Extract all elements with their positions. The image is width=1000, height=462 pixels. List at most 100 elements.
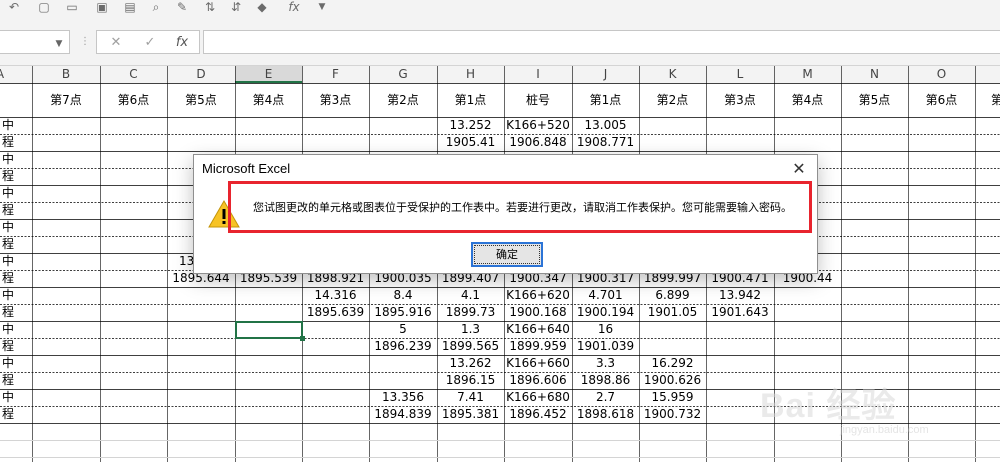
column-header-k[interactable]: K bbox=[639, 66, 706, 83]
column-header-l[interactable]: L bbox=[706, 66, 774, 83]
header-cell[interactable]: 第4点 bbox=[235, 83, 302, 117]
table-cell[interactable] bbox=[32, 338, 100, 355]
table-cell[interactable]: 13.942 bbox=[706, 287, 774, 304]
table-cell[interactable] bbox=[32, 236, 100, 253]
table-cell[interactable] bbox=[302, 372, 369, 389]
header-cell[interactable]: 第6点 bbox=[100, 83, 167, 117]
table-cell[interactable] bbox=[841, 168, 908, 185]
table-cell[interactable]: K166+620 bbox=[504, 287, 572, 304]
new-icon[interactable]: ▢ bbox=[34, 0, 54, 14]
table-cell[interactable] bbox=[100, 236, 167, 253]
table-cell[interactable] bbox=[167, 134, 235, 151]
table-cell[interactable] bbox=[841, 151, 908, 168]
table-cell[interactable] bbox=[908, 304, 975, 321]
table-cell[interactable]: 程 bbox=[0, 406, 32, 423]
table-cell[interactable] bbox=[100, 287, 167, 304]
table-cell[interactable]: 13.356 bbox=[369, 389, 437, 406]
table-cell[interactable] bbox=[32, 372, 100, 389]
undo-icon[interactable]: ↶ bbox=[4, 0, 24, 14]
table-cell[interactable] bbox=[100, 389, 167, 406]
table-cell[interactable] bbox=[167, 338, 235, 355]
table-cell[interactable] bbox=[774, 321, 841, 338]
table-cell[interactable]: K166+660 bbox=[504, 355, 572, 372]
table-cell[interactable] bbox=[32, 202, 100, 219]
header-cell[interactable]: 第7点 bbox=[32, 83, 100, 117]
table-cell[interactable]: 1899.73 bbox=[437, 304, 504, 321]
table-cell[interactable] bbox=[908, 287, 975, 304]
table-cell[interactable] bbox=[841, 219, 908, 236]
table-cell[interactable] bbox=[235, 389, 302, 406]
table-cell[interactable]: 1898.618 bbox=[572, 406, 639, 423]
table-cell[interactable] bbox=[975, 168, 1000, 185]
column-header-c[interactable]: C bbox=[100, 66, 167, 83]
name-box[interactable]: ▼ bbox=[0, 30, 70, 54]
table-cell[interactable] bbox=[908, 134, 975, 151]
table-cell[interactable] bbox=[167, 355, 235, 372]
table-cell[interactable] bbox=[841, 117, 908, 134]
table-cell[interactable] bbox=[841, 338, 908, 355]
table-cell[interactable] bbox=[908, 236, 975, 253]
header-cell[interactable]: 桩号 bbox=[504, 83, 572, 117]
column-header-a[interactable]: A bbox=[0, 66, 32, 83]
table-cell[interactable]: 1900.194 bbox=[572, 304, 639, 321]
table-cell[interactable]: 1895.381 bbox=[437, 406, 504, 423]
column-header-b[interactable]: B bbox=[32, 66, 100, 83]
column-header-m[interactable]: M bbox=[774, 66, 841, 83]
table-cell[interactable]: 程 bbox=[0, 338, 32, 355]
table-cell[interactable] bbox=[100, 321, 167, 338]
table-cell[interactable] bbox=[975, 202, 1000, 219]
table-cell[interactable]: 1896.15 bbox=[437, 372, 504, 389]
table-cell[interactable] bbox=[908, 219, 975, 236]
table-cell[interactable]: 6.899 bbox=[639, 287, 706, 304]
table-cell[interactable] bbox=[302, 338, 369, 355]
table-cell[interactable] bbox=[975, 406, 1000, 423]
table-cell[interactable] bbox=[32, 219, 100, 236]
header-cell[interactable]: 第2点 bbox=[369, 83, 437, 117]
table-cell[interactable]: 1896.606 bbox=[504, 372, 572, 389]
table-cell[interactable]: 1901.039 bbox=[572, 338, 639, 355]
column-header-o[interactable]: O bbox=[908, 66, 975, 83]
ok-button[interactable]: 确定 bbox=[471, 242, 543, 267]
column-header-e[interactable]: E bbox=[235, 66, 302, 83]
table-cell[interactable] bbox=[302, 321, 369, 338]
insert-function-icon[interactable]: fx bbox=[173, 35, 191, 51]
table-cell[interactable] bbox=[975, 236, 1000, 253]
table-cell[interactable]: 1899.959 bbox=[504, 338, 572, 355]
table-cell[interactable]: 13.252 bbox=[437, 117, 504, 134]
table-cell[interactable] bbox=[167, 372, 235, 389]
header-cell[interactable] bbox=[0, 83, 32, 117]
table-cell[interactable] bbox=[167, 389, 235, 406]
table-cell[interactable] bbox=[32, 304, 100, 321]
table-cell[interactable] bbox=[235, 117, 302, 134]
table-cell[interactable] bbox=[369, 117, 437, 134]
table-cell[interactable] bbox=[706, 355, 774, 372]
table-cell[interactable] bbox=[235, 355, 302, 372]
table-cell[interactable]: 中 bbox=[0, 185, 32, 202]
table-cell[interactable] bbox=[841, 134, 908, 151]
table-cell[interactable] bbox=[908, 338, 975, 355]
table-cell[interactable]: 1906.848 bbox=[504, 134, 572, 151]
table-cell[interactable]: K166+520 bbox=[504, 117, 572, 134]
header-cell[interactable]: 第5点 bbox=[167, 83, 235, 117]
table-cell[interactable] bbox=[706, 321, 774, 338]
table-cell[interactable] bbox=[774, 287, 841, 304]
table-cell[interactable] bbox=[975, 304, 1000, 321]
column-header-d[interactable]: D bbox=[167, 66, 235, 83]
header-cell[interactable]: 第4点 bbox=[774, 83, 841, 117]
table-cell[interactable] bbox=[908, 355, 975, 372]
table-cell[interactable]: 程 bbox=[0, 168, 32, 185]
table-cell[interactable] bbox=[841, 185, 908, 202]
table-cell[interactable]: 中 bbox=[0, 287, 32, 304]
cancel-icon[interactable]: ✕ bbox=[107, 35, 125, 51]
table-cell[interactable] bbox=[908, 270, 975, 287]
table-cell[interactable]: 程 bbox=[0, 134, 32, 151]
table-cell[interactable] bbox=[302, 389, 369, 406]
table-cell[interactable] bbox=[841, 202, 908, 219]
table-cell[interactable] bbox=[100, 372, 167, 389]
table-cell[interactable] bbox=[706, 117, 774, 134]
table-cell[interactable]: 1898.86 bbox=[572, 372, 639, 389]
sort-desc-icon[interactable]: ⇵ bbox=[226, 0, 246, 14]
table-cell[interactable] bbox=[100, 185, 167, 202]
function-icon[interactable]: fx bbox=[284, 0, 304, 14]
table-cell[interactable] bbox=[908, 321, 975, 338]
